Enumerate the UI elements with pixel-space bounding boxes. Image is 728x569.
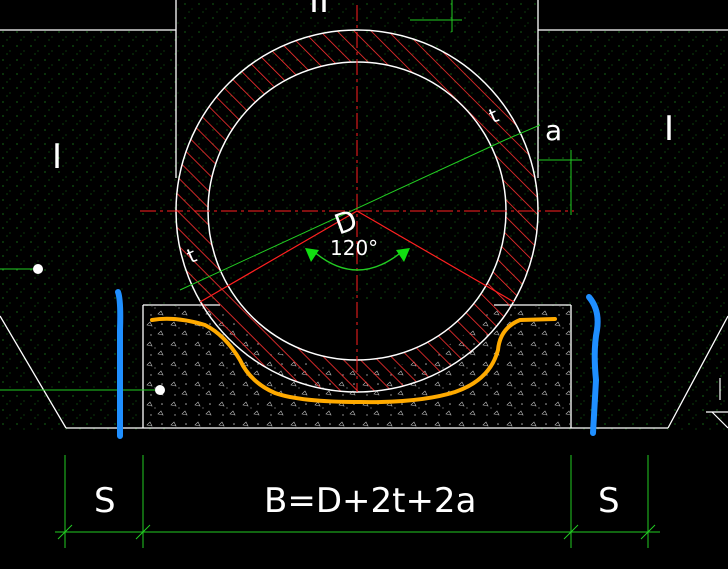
zone-label-left: I — [52, 137, 62, 177]
annotation-blue-left — [115, 289, 124, 439]
bedding-angle-label: 120° — [330, 236, 378, 260]
side-width-label-left: S — [94, 481, 116, 521]
clearance-label: a — [545, 114, 562, 147]
dot-icon — [33, 264, 43, 274]
trench-width-formula: B=D+2t+2a — [264, 481, 476, 521]
dot-icon — [155, 385, 165, 395]
layer-label-top: II — [309, 0, 329, 21]
side-width-label-right: S — [598, 481, 620, 521]
zone-label-right: I — [664, 109, 674, 149]
pipe-trench-section-drawing: II I I D t t a 120° S B=D+2t+2a S — [0, 0, 728, 548]
cad-drawing-canvas: II I I D t t a 120° S B=D+2t+2a S — [0, 0, 728, 569]
